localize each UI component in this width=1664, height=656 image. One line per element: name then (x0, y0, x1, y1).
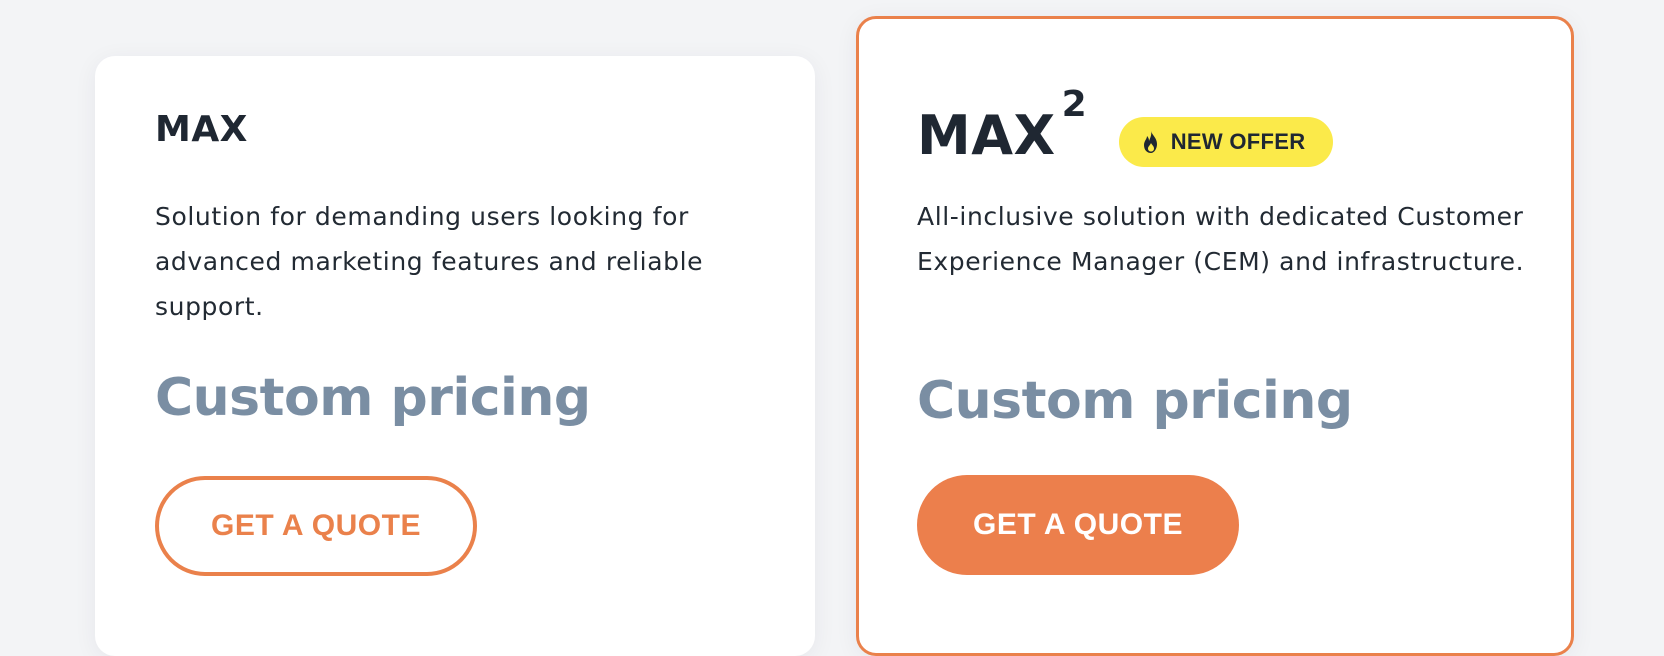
plan-price: Custom pricing (155, 368, 591, 428)
plan-description: All-inclusive solution with dedicated Cu… (917, 202, 1525, 276)
fire-icon (1143, 131, 1157, 153)
plan-price: Custom pricing (917, 371, 1353, 431)
plan-title: MAX (917, 104, 1056, 167)
new-offer-badge: NEW OFFER (1118, 117, 1334, 167)
get-a-quote-button[interactable]: GET A QUOTE (917, 475, 1239, 575)
plan-card-max: MAX Solution for demanding users looking… (95, 56, 815, 656)
plan-description: Solution for demanding users looking for… (155, 202, 704, 321)
plan-card-max2: MAX 2 NEW OFFER All-inclusive solution w… (856, 16, 1574, 656)
plan-title-row: MAX 2 NEW OFFER (917, 84, 1334, 167)
plan-title-superscript: 2 (1061, 84, 1087, 125)
badge-label: NEW OFFER (1170, 129, 1306, 154)
plan-title: MAX (155, 109, 248, 150)
get-a-quote-button[interactable]: GET A QUOTE (155, 476, 477, 576)
